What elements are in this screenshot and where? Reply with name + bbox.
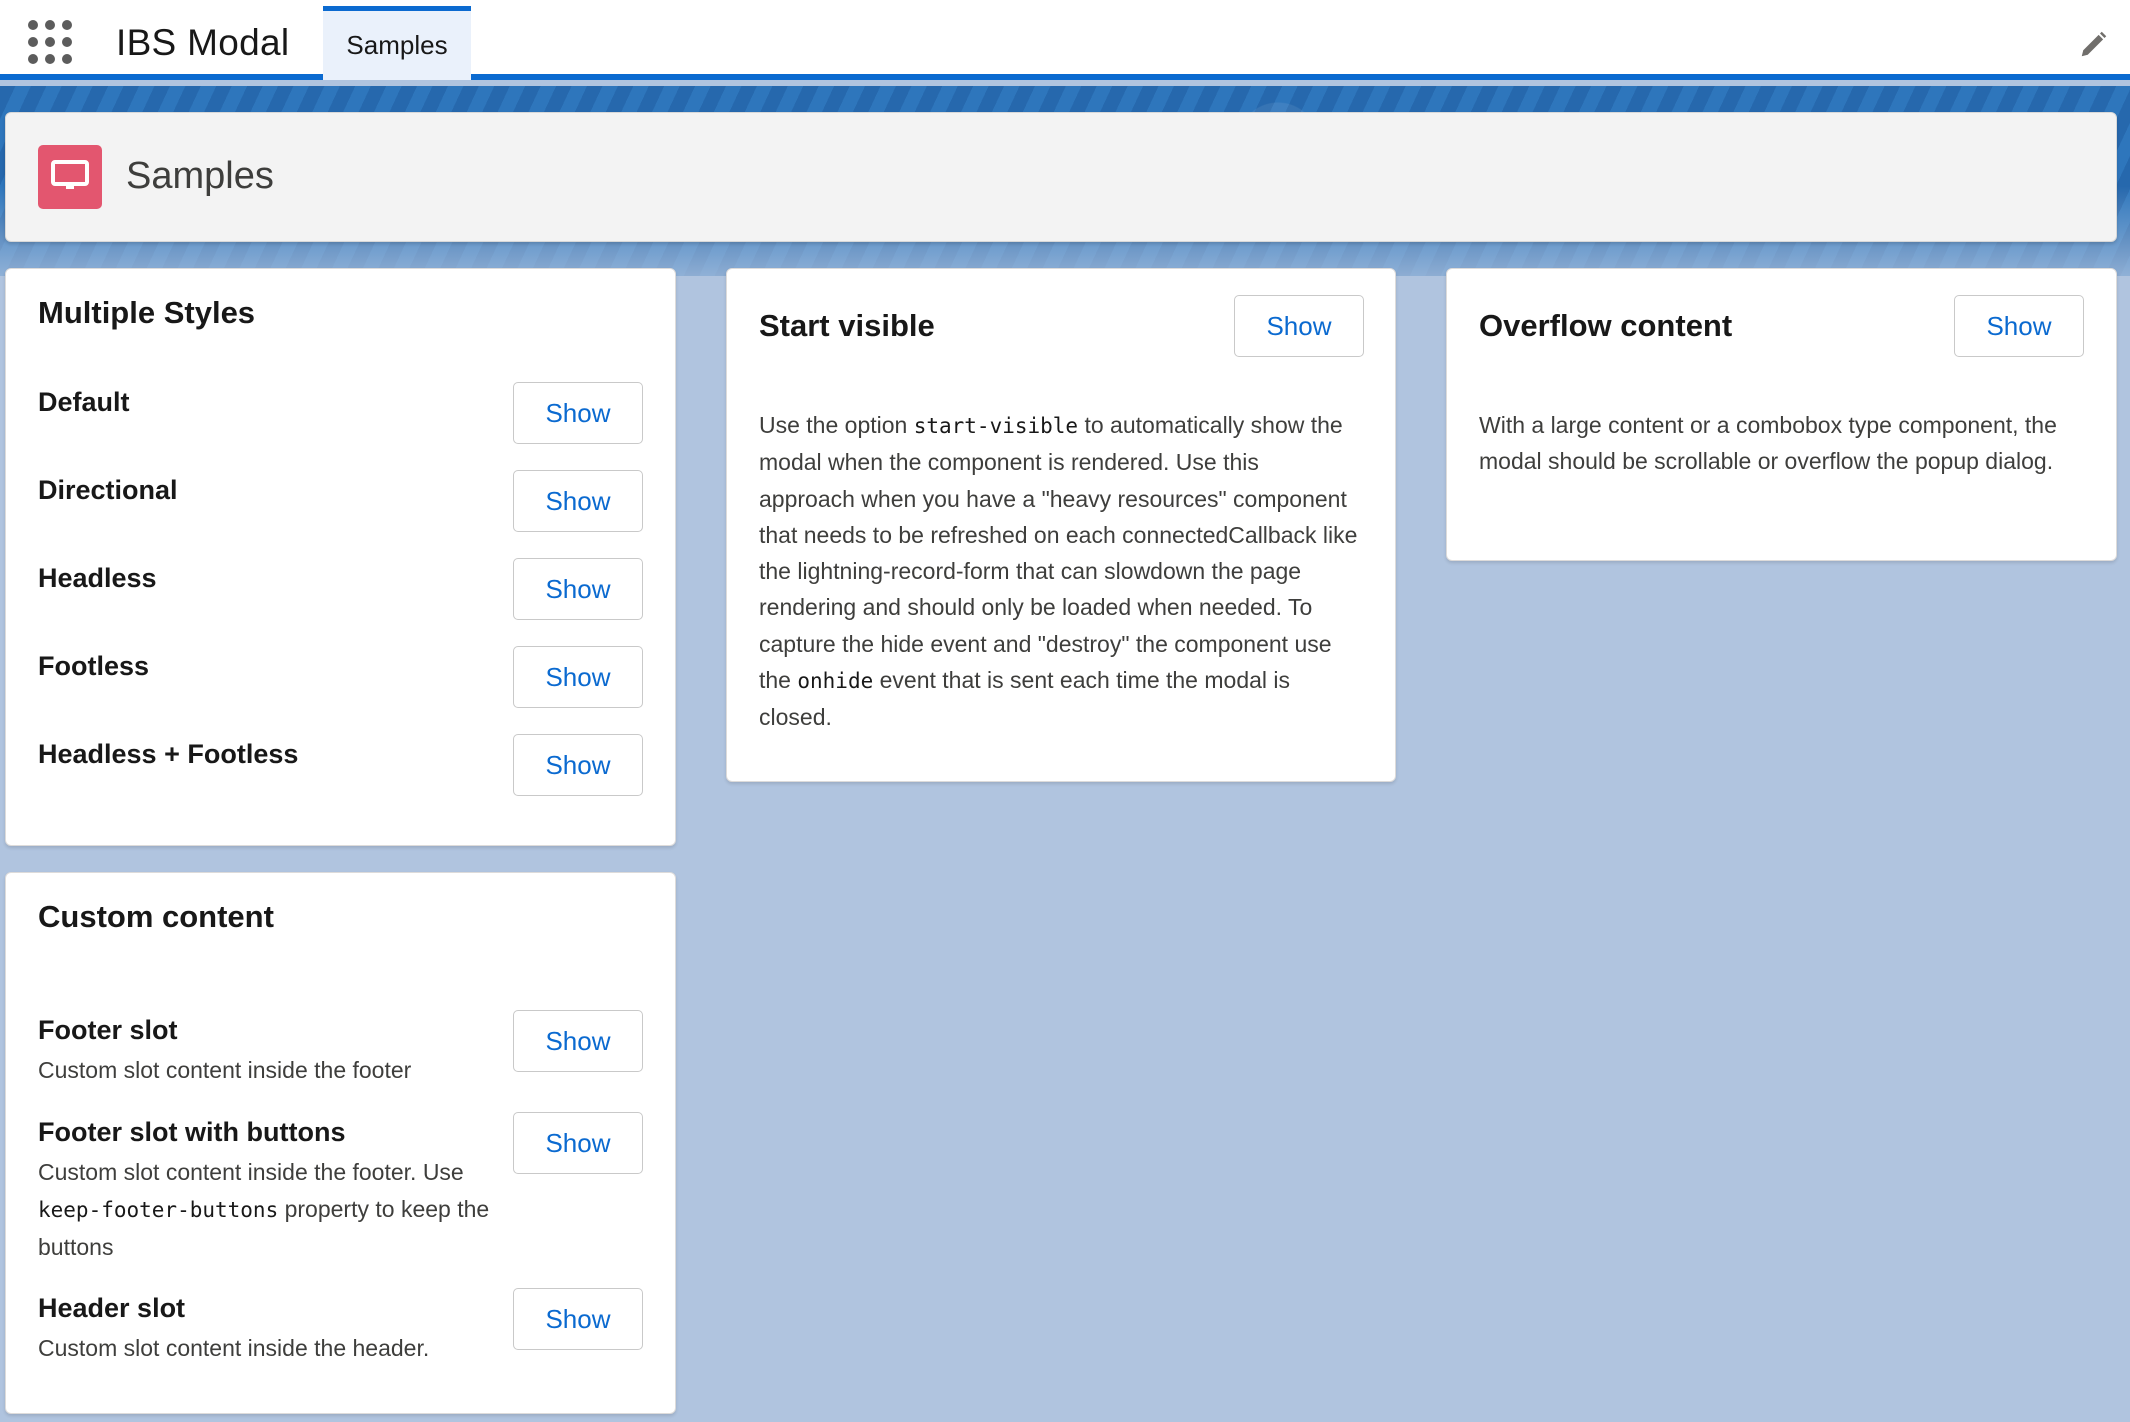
row-label-footless: Footless (38, 651, 150, 681)
nav-tab-samples[interactable]: Samples (323, 6, 471, 80)
show-button-start-visible[interactable]: Show (1234, 295, 1364, 357)
overflow-content-description: With a large content or a combobox type … (1479, 412, 2057, 475)
show-button-footless[interactable]: Show (513, 646, 643, 708)
row-label-headless: Headless (38, 563, 157, 593)
row-label-footer-slot: Footer slot (38, 1015, 178, 1045)
row-label-headless-footless: Headless + Footless (38, 739, 299, 769)
page-title: Samples (126, 155, 274, 197)
pencil-edit-icon[interactable] (2078, 30, 2108, 60)
card-title: Multiple Styles (38, 295, 256, 330)
card-multiple-styles: Multiple Styles Default Show Directional… (5, 268, 676, 846)
show-button-headless-footless[interactable]: Show (513, 734, 643, 796)
row-label-footer-slot-buttons: Footer slot with buttons (38, 1117, 346, 1147)
row-desc-footer-slot: Custom slot content inside the footer (38, 1057, 412, 1083)
row-desc-header-slot: Custom slot content inside the header. (38, 1335, 430, 1361)
row-label-default: Default (38, 387, 130, 417)
card-title: Start visible (759, 308, 935, 343)
code-start-visible: start-visible (913, 414, 1079, 438)
app-name: IBS Modal (116, 22, 290, 63)
card-title: Overflow content (1479, 308, 1733, 343)
show-button-footer-slot-buttons[interactable]: Show (513, 1112, 643, 1174)
show-button-directional[interactable]: Show (513, 470, 643, 532)
show-button-overflow-content[interactable]: Show (1954, 295, 2084, 357)
row-label-directional: Directional (38, 475, 178, 505)
show-button-default[interactable]: Show (513, 382, 643, 444)
card-custom-content: Custom content Footer slot Custom slot c… (5, 872, 676, 1414)
start-visible-description: Use the option start-visible to automati… (759, 412, 1358, 731)
code-onhide: onhide (797, 669, 874, 694)
row-desc-footer-slot-buttons: Custom slot content inside the footer. U… (38, 1159, 490, 1260)
card-title: Custom content (38, 899, 274, 934)
page-header: Samples (5, 112, 2117, 242)
card-start-visible: Start visible Show Use the option start-… (726, 268, 1396, 782)
global-nav-bar: IBS Modal Samples (0, 0, 2130, 80)
app-launcher-icon[interactable] (28, 20, 72, 64)
show-button-footer-slot[interactable]: Show (513, 1010, 643, 1072)
card-overflow-content: Overflow content Show With a large conte… (1446, 268, 2117, 561)
show-button-header-slot[interactable]: Show (513, 1288, 643, 1350)
row-label-header-slot: Header slot (38, 1293, 186, 1323)
code-keep-footer-buttons: keep-footer-buttons (38, 1198, 279, 1222)
show-button-headless[interactable]: Show (513, 558, 643, 620)
desktop-icon (38, 145, 102, 209)
